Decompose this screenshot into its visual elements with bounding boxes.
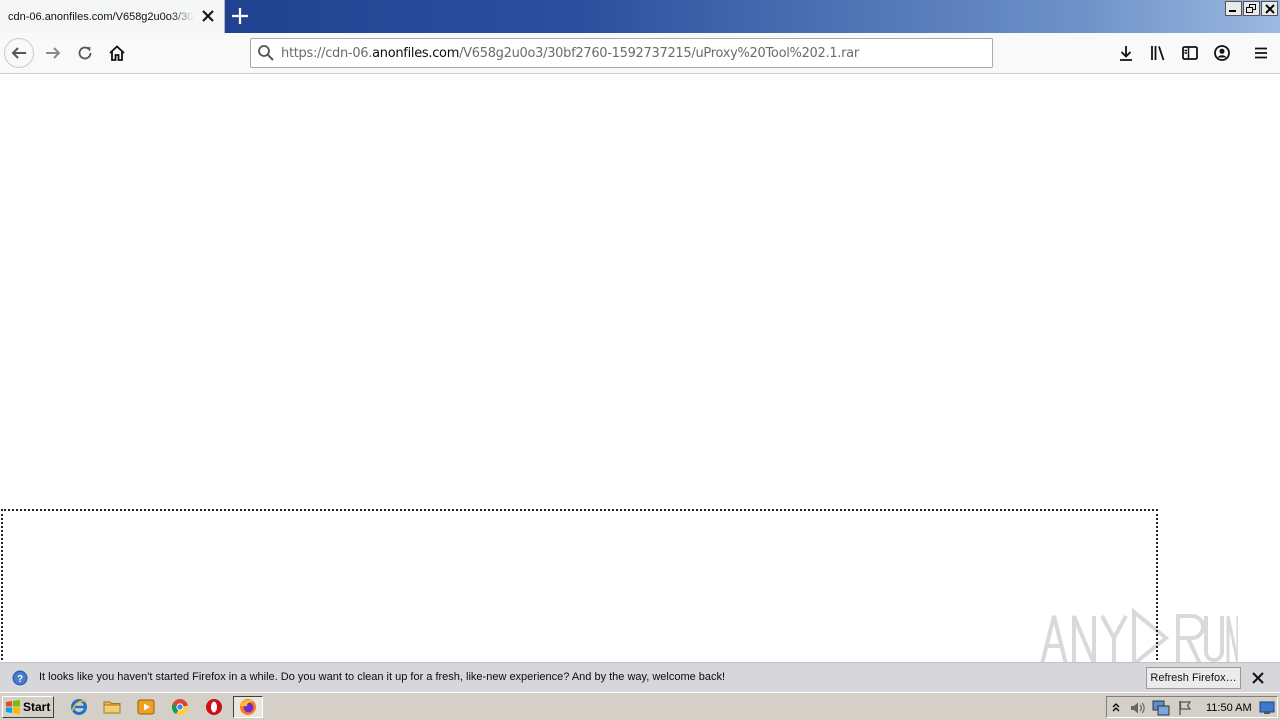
navigation-toolbar: https://cdn-06.anonfiles.com/V658g2u0o3/… [0, 33, 1280, 74]
tab-title: cdn-06.anonfiles.com/V658g2u0o3/30bf2760… [8, 10, 194, 23]
taskbar-firefox[interactable] [233, 696, 263, 718]
flag-icon[interactable] [1177, 700, 1193, 716]
minimize-icon [1229, 10, 1236, 12]
refresh-firefox-button[interactable]: Refresh Firefox… [1146, 667, 1241, 689]
menu-button[interactable] [1246, 38, 1276, 68]
restore-button[interactable] [1243, 1, 1260, 16]
question-icon: ? [12, 670, 28, 686]
internet-explorer-icon [71, 699, 87, 715]
chevron-up-icon[interactable] [1111, 701, 1121, 713]
taskbar-ie[interactable] [69, 697, 89, 717]
screen: cdn-06.anonfiles.com/V658g2u0o3/30bf2760… [0, 0, 1280, 720]
close-icon[interactable] [1250, 670, 1266, 686]
browser-tab[interactable]: cdn-06.anonfiles.com/V658g2u0o3/30bf2760… [0, 0, 225, 33]
download-icon [1120, 46, 1132, 61]
library-button[interactable] [1143, 38, 1173, 68]
account-button[interactable] [1207, 38, 1237, 68]
taskbar-chrome[interactable] [170, 697, 190, 717]
windows-logo-icon [6, 700, 20, 714]
start-button[interactable]: Start [2, 696, 54, 718]
downloads-button[interactable] [1111, 38, 1141, 68]
close-window-button[interactable] [1261, 1, 1278, 16]
dotted-selection-frame [1, 509, 1158, 664]
network-icon[interactable] [1152, 700, 1170, 716]
minimize-button[interactable] [1225, 1, 1242, 16]
forward-button[interactable] [38, 38, 68, 68]
firefox-icon [240, 699, 256, 715]
taskbar: Start 11:50 AM [0, 692, 1280, 720]
new-tab-icon[interactable] [230, 6, 250, 26]
taskbar-opera[interactable] [204, 697, 224, 717]
start-label: Start [23, 700, 51, 714]
menu-icon [1255, 47, 1267, 59]
restore-icon [1246, 3, 1256, 13]
window-controls [1225, 1, 1278, 16]
search-icon [258, 45, 274, 61]
notification-bar: ? It looks like you haven't started Fire… [0, 662, 1280, 692]
notification-message: It looks like you haven't started Firefo… [39, 671, 726, 683]
url-search-button [251, 44, 281, 62]
show-desktop-icon[interactable] [1259, 701, 1275, 715]
forward-arrow-icon [46, 47, 61, 59]
media-player-icon [137, 699, 155, 715]
sidebar-button[interactable] [1175, 38, 1205, 68]
svg-text:?: ? [17, 674, 23, 685]
chrome-icon [171, 699, 189, 716]
speaker-icon[interactable] [1129, 700, 1147, 716]
account-icon [1214, 45, 1230, 61]
taskbar-media-player[interactable] [136, 697, 156, 717]
library-icon [1151, 46, 1165, 61]
tab-strip: cdn-06.anonfiles.com/V658g2u0o3/30bf2760… [0, 0, 1280, 33]
opera-icon [206, 699, 222, 715]
url-path: /V658g2u0o3/30bf2760-1592737215/uProxy%2… [459, 45, 859, 61]
tab-close-icon[interactable] [200, 8, 216, 24]
reload-icon [78, 46, 92, 60]
taskbar-explorer[interactable] [102, 697, 122, 717]
close-icon [1264, 3, 1275, 14]
home-icon [109, 45, 125, 61]
url-domain: anonfiles.com [372, 45, 460, 61]
back-arrow-icon [11, 47, 26, 59]
sidebar-icon [1182, 46, 1198, 60]
url-text: https://cdn-06.anonfiles.com/V658g2u0o3/… [281, 46, 859, 61]
url-bar[interactable]: https://cdn-06.anonfiles.com/V658g2u0o3/… [250, 38, 993, 68]
back-button[interactable] [4, 38, 34, 68]
folder-icon [103, 701, 121, 714]
system-tray [1106, 696, 1278, 718]
url-prefix: https://cdn-06. [281, 45, 373, 61]
taskbar-clock: 11:50 AM [1206, 702, 1252, 714]
home-button[interactable] [102, 38, 132, 68]
reload-button[interactable] [70, 38, 100, 68]
anyrun-watermark-icon [1040, 608, 1238, 668]
